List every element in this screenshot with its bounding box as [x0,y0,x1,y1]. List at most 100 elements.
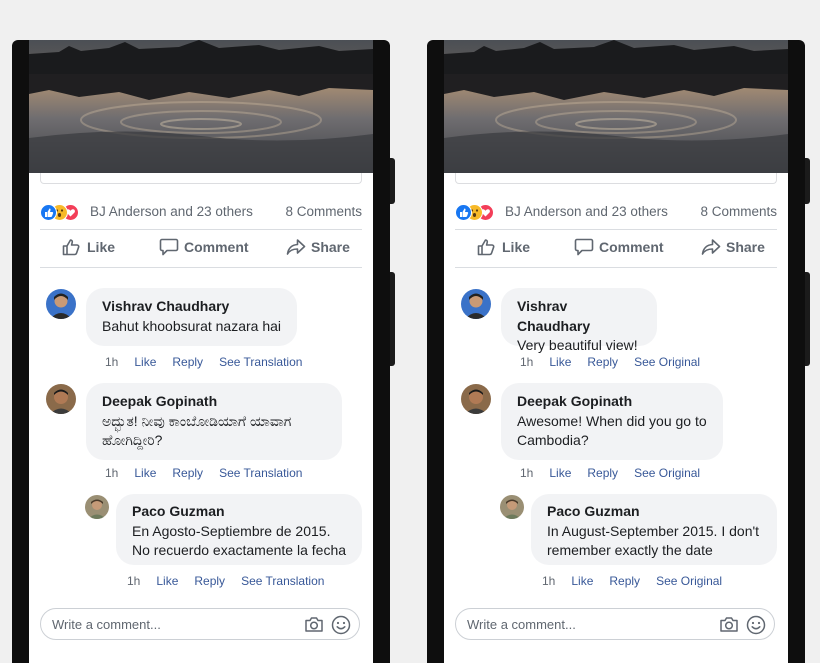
translation-link[interactable]: See Translation [241,574,324,588]
comment-like-link[interactable]: Like [549,466,571,480]
translation-link[interactable]: See Original [656,574,722,588]
avatar[interactable] [46,289,76,319]
comment-author[interactable]: Paco Guzman [132,502,346,522]
comment-text: Awesome! When did you go to Cambodia? [517,412,707,449]
comment-author[interactable]: Deepak Gopinath [517,392,707,412]
avatar[interactable] [500,495,524,519]
reply-bubble: Paco Guzman En Agosto-Septiembre de 2015… [116,494,362,565]
avatar[interactable] [461,289,491,319]
comment-actions: 1h Like Reply See Translation [105,466,318,480]
translation-link[interactable]: See Original [634,355,700,369]
comment-like-link[interactable]: Like [156,574,178,588]
thumbs-up-icon [62,238,82,256]
comment-like-link[interactable]: Like [134,466,156,480]
comment-label: Comment [599,239,664,255]
comment-time[interactable]: 1h [105,355,118,369]
comment-time[interactable]: 1h [520,466,533,480]
comment-time[interactable]: 1h [520,355,533,369]
comment-time[interactable]: 1h [127,574,140,588]
divider [455,267,777,268]
volume-button [390,158,395,204]
post-photo[interactable] [29,40,373,173]
post-actions: Like Comment Share [40,234,362,264]
comment-text: In August-September 2015. I don't rememb… [547,522,760,559]
post-photo[interactable] [444,40,788,173]
comment-bubble: Deepak Gopinath ಅದ್ಭುತ! ನೀವು ಕಾಂಬೋಡಿಯಾಗೆ… [86,383,342,460]
comment-input[interactable]: Write a comment... [455,608,775,640]
power-button [805,272,810,366]
comment-actions: 1h Like Reply See Original [542,574,738,588]
phone-translated: BJ Anderson and 23 others 8 Comments Lik… [427,40,810,663]
like-button[interactable]: Like [62,238,115,256]
post-card-edge [40,173,362,184]
comment-like-link[interactable]: Like [134,355,156,369]
reactors-text[interactable]: BJ Anderson and 23 others [90,204,253,219]
like-icon [40,204,57,221]
like-icon [455,204,472,221]
comment-button[interactable]: Comment [574,238,664,256]
share-icon [701,238,721,256]
comment-reply-link[interactable]: Reply [609,574,640,588]
thumbs-up-icon [477,238,497,256]
avatar[interactable] [461,384,491,414]
post-card-edge [455,173,777,184]
power-button [390,272,395,366]
translation-link[interactable]: See Translation [219,466,302,480]
phone-screen: BJ Anderson and 23 others 8 Comments Lik… [444,40,788,663]
volume-button [805,158,810,204]
reactions-summary[interactable]: BJ Anderson and 23 others 8 Comments [40,202,362,222]
comment-like-link[interactable]: Like [571,574,593,588]
share-label: Share [726,239,765,255]
comment-bubble: Vishrav Chaudhary Bahut khoobsurat nazar… [86,288,297,346]
camera-icon[interactable] [719,616,739,638]
share-button[interactable]: Share [286,238,350,256]
reply-bubble: Paco Guzman In August-September 2015. I … [531,494,777,565]
share-icon [286,238,306,256]
comment-author[interactable]: Deepak Gopinath [102,392,326,412]
comment-author[interactable]: Paco Guzman [547,502,761,522]
comment-reply-link[interactable]: Reply [172,355,203,369]
translation-link[interactable]: See Translation [219,355,302,369]
reaction-icons [40,204,86,221]
divider [455,229,777,230]
post-actions: Like Comment Share [455,234,777,264]
comment-count[interactable]: 8 Comments [700,204,777,219]
comment-time[interactable]: 1h [105,466,118,480]
phone-original-language: BJ Anderson and 23 others 8 Comments Lik… [12,40,395,663]
translation-link[interactable]: See Original [634,466,700,480]
comment-reply-link[interactable]: Reply [194,574,225,588]
reactions-summary[interactable]: BJ Anderson and 23 others 8 Comments [455,202,777,222]
comment-reply-link[interactable]: Reply [587,355,618,369]
comment-actions: 1h Like Reply See Original [520,466,716,480]
comment-actions: 1h Like Reply See Original [520,355,716,369]
comment-like-link[interactable]: Like [549,355,571,369]
divider [40,267,362,268]
comment-author[interactable]: Vishrav Chaudhary [517,297,641,336]
comment-text: En Agosto-Septiembre de 2015. No recuerd… [132,522,347,559]
share-button[interactable]: Share [701,238,765,256]
phone-screen: BJ Anderson and 23 others 8 Comments Lik… [29,40,373,663]
divider [40,229,362,230]
like-label: Like [502,239,531,255]
comment-text: Bahut khoobsurat nazara hai [102,317,282,334]
comment-bubble: Vishrav Chaudhary Very beautiful view! [501,288,657,353]
avatar[interactable] [46,384,76,414]
comment-input[interactable]: Write a comment... [40,608,360,640]
camera-icon[interactable] [304,616,324,638]
comment-text: ಅದ್ಭುತ! ನೀವು ಕಾಂಬೋಡಿಯಾಗೆ ಯಾವಾಗ ಹೋಗಿದ್ದೀರ… [102,412,292,449]
comment-count[interactable]: 8 Comments [285,204,362,219]
reaction-icons [455,204,501,221]
comment-reply-link[interactable]: Reply [587,466,618,480]
like-button[interactable]: Like [477,238,530,256]
emoji-icon[interactable] [331,615,351,640]
emoji-icon[interactable] [746,615,766,640]
reactors-text[interactable]: BJ Anderson and 23 others [505,204,668,219]
comment-icon [159,238,179,256]
avatar[interactable] [85,495,109,519]
comment-time[interactable]: 1h [542,574,555,588]
like-label: Like [87,239,116,255]
comment-author[interactable]: Vishrav Chaudhary [102,297,281,317]
comment-reply-link[interactable]: Reply [172,466,203,480]
comment-actions: 1h Like Reply See Translation [127,574,340,588]
comment-button[interactable]: Comment [159,238,249,256]
